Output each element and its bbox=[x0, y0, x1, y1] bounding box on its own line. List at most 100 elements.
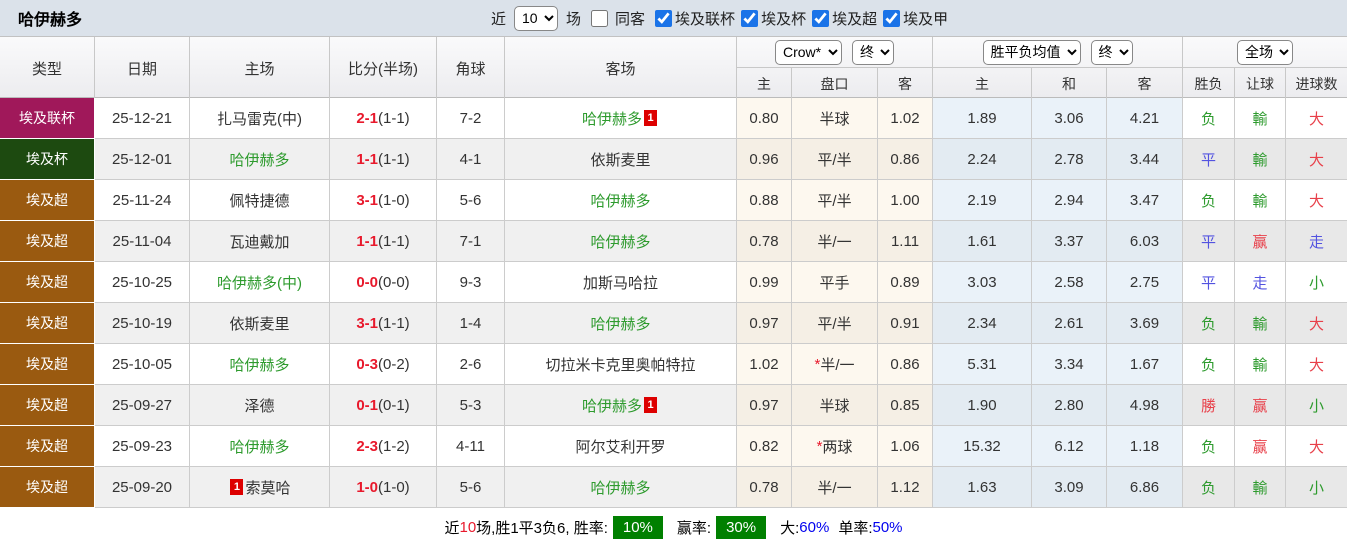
handicap: 半/一 bbox=[792, 221, 878, 262]
corners: 4-11 bbox=[437, 426, 505, 467]
fulltime-score: 0-1 bbox=[356, 396, 378, 414]
avg-type-select[interactable]: 胜平负均值 bbox=[982, 39, 1081, 65]
result-wdl: 负 bbox=[1183, 426, 1235, 467]
home-team-name: 哈伊赫多 bbox=[229, 356, 290, 374]
odds-time-select[interactable]: 终 bbox=[852, 39, 894, 65]
away-team[interactable]: 哈伊赫多 bbox=[505, 180, 737, 221]
halftime-score: (1-0) bbox=[378, 191, 410, 209]
handicap-rate-badge: 30% bbox=[716, 515, 767, 539]
red-card-badge: 1 bbox=[644, 397, 657, 413]
summary-near-label: 近 bbox=[444, 519, 460, 537]
scope-select-group: 全场 bbox=[1183, 37, 1347, 67]
handicap: 半/一 bbox=[792, 467, 878, 508]
result-goals: 小 bbox=[1286, 385, 1347, 426]
premier-checkbox[interactable] bbox=[812, 9, 830, 27]
match-date: 25-10-25 bbox=[95, 262, 190, 303]
home-team[interactable]: 哈伊赫多 bbox=[190, 426, 330, 467]
home-team[interactable]: 佩特捷德 bbox=[190, 180, 330, 221]
odds-away: 0.91 bbox=[878, 303, 933, 344]
away-team[interactable]: 哈伊赫多 1 bbox=[505, 98, 737, 139]
avg-away: 4.98 bbox=[1107, 385, 1183, 426]
away-team-name: 加斯马哈拉 bbox=[582, 274, 658, 292]
corners: 9-3 bbox=[437, 262, 505, 303]
odds-home: 0.96 bbox=[737, 139, 792, 180]
home-team-name: 依斯麦里 bbox=[229, 315, 290, 333]
egypt-cup-checkbox[interactable] bbox=[741, 9, 759, 27]
away-team-name: 依斯麦里 bbox=[590, 151, 651, 169]
away-team[interactable]: 哈伊赫多 bbox=[505, 303, 737, 344]
scope-select[interactable]: 全场 bbox=[1237, 39, 1293, 65]
avg-away: 3.69 bbox=[1107, 303, 1183, 344]
home-team-name: 哈伊赫多 bbox=[229, 438, 290, 456]
score-cell: 3-1 (1-1) bbox=[330, 303, 437, 344]
same-away-checkbox[interactable] bbox=[591, 9, 609, 27]
division2-checkbox[interactable] bbox=[883, 9, 901, 27]
odds-source-select[interactable]: Crow* bbox=[775, 39, 842, 65]
home-team[interactable]: 哈伊赫多 bbox=[190, 344, 330, 385]
away-team[interactable]: 阿尔艾利开罗 bbox=[505, 426, 737, 467]
match-date: 25-11-24 bbox=[95, 180, 190, 221]
avg-home: 1.61 bbox=[933, 221, 1032, 262]
home-team[interactable]: 依斯麦里 bbox=[190, 303, 330, 344]
score-cell: 0-3 (0-2) bbox=[330, 344, 437, 385]
odds-away: 0.86 bbox=[878, 139, 933, 180]
away-team[interactable]: 切拉米卡克里奥帕特拉 bbox=[505, 344, 737, 385]
halftime-score: (1-1) bbox=[378, 232, 410, 250]
avg-time-select[interactable]: 终 bbox=[1090, 39, 1133, 65]
result-handicap: 輸 bbox=[1235, 344, 1286, 385]
match-date: 25-09-23 bbox=[95, 426, 190, 467]
home-team-name: 索莫哈 bbox=[245, 479, 291, 497]
away-team[interactable]: 哈伊赫多 1 bbox=[505, 385, 737, 426]
top-bar: 哈伊赫多 近 10 场 同客 埃及联杯 埃及杯 埃及超 埃及甲 bbox=[0, 0, 1347, 36]
avg-away: 2.75 bbox=[1107, 262, 1183, 303]
match-date: 25-10-05 bbox=[95, 344, 190, 385]
corners: 7-2 bbox=[437, 98, 505, 139]
home-team[interactable]: 哈伊赫多 bbox=[190, 139, 330, 180]
summary-count: 10 bbox=[459, 518, 477, 536]
odds-away: 1.12 bbox=[878, 467, 933, 508]
away-team[interactable]: 依斯麦里 bbox=[505, 139, 737, 180]
avg-away: 6.86 bbox=[1107, 467, 1183, 508]
home-team[interactable]: 泽德 bbox=[190, 385, 330, 426]
result-goals: 大 bbox=[1286, 98, 1347, 139]
away-team[interactable]: 加斯马哈拉 bbox=[505, 262, 737, 303]
handicap: 平/半 bbox=[792, 303, 878, 344]
handicap: 平/半 bbox=[792, 139, 878, 180]
away-team-name: 哈伊赫多 bbox=[581, 110, 642, 128]
subcol-result: 胜负 bbox=[1183, 67, 1235, 99]
avg-home: 2.34 bbox=[933, 303, 1032, 344]
home-team[interactable]: 1 索莫哈 bbox=[190, 467, 330, 508]
avg-draw: 2.58 bbox=[1032, 262, 1107, 303]
col-header-date: 日期 bbox=[95, 37, 190, 99]
match-date: 25-12-01 bbox=[95, 139, 190, 180]
handicap: 半球 bbox=[792, 385, 878, 426]
odd-rate-label: 单率: bbox=[838, 519, 873, 537]
matches-label: 场 bbox=[566, 10, 582, 28]
away-team[interactable]: 哈伊赫多 bbox=[505, 221, 737, 262]
result-goals: 小 bbox=[1286, 467, 1347, 508]
handicap: * 两球 bbox=[792, 426, 878, 467]
match-row: 埃及联杯 25-12-21 扎马雷克(中) 2-1 (1-1) 7-2 哈伊赫多 1… bbox=[0, 98, 1347, 139]
home-team[interactable]: 哈伊赫多(中) bbox=[190, 262, 330, 303]
corners: 1-4 bbox=[437, 303, 505, 344]
odds-home: 0.97 bbox=[737, 385, 792, 426]
avg-home: 5.31 bbox=[933, 344, 1032, 385]
odds-home: 1.02 bbox=[737, 344, 792, 385]
league-cup-checkbox[interactable] bbox=[655, 9, 673, 27]
match-count-select[interactable]: 10 bbox=[514, 5, 559, 31]
match-row: 埃及超 25-09-27 泽德 0-1 (0-1) 5-3 哈伊赫多 1 0.97 … bbox=[0, 385, 1347, 426]
home-team[interactable]: 扎马雷克(中) bbox=[190, 98, 330, 139]
odds-home: 0.99 bbox=[737, 262, 792, 303]
avg-draw: 3.37 bbox=[1032, 221, 1107, 262]
corners: 2-6 bbox=[437, 344, 505, 385]
away-team[interactable]: 哈伊赫多 bbox=[505, 467, 737, 508]
result-goals: 大 bbox=[1286, 303, 1347, 344]
result-handicap: 輸 bbox=[1235, 467, 1286, 508]
egypt-cup-label: 埃及杯 bbox=[761, 10, 807, 28]
home-team[interactable]: 瓦迪戴加 bbox=[190, 221, 330, 262]
match-row: 埃及超 25-10-19 依斯麦里 3-1 (1-1) 1-4 哈伊赫多 0.97… bbox=[0, 303, 1347, 344]
odds-away: 1.11 bbox=[878, 221, 933, 262]
fulltime-score: 1-0 bbox=[356, 478, 378, 496]
handicap: * 半/一 bbox=[792, 344, 878, 385]
result-wdl: 负 bbox=[1183, 344, 1235, 385]
